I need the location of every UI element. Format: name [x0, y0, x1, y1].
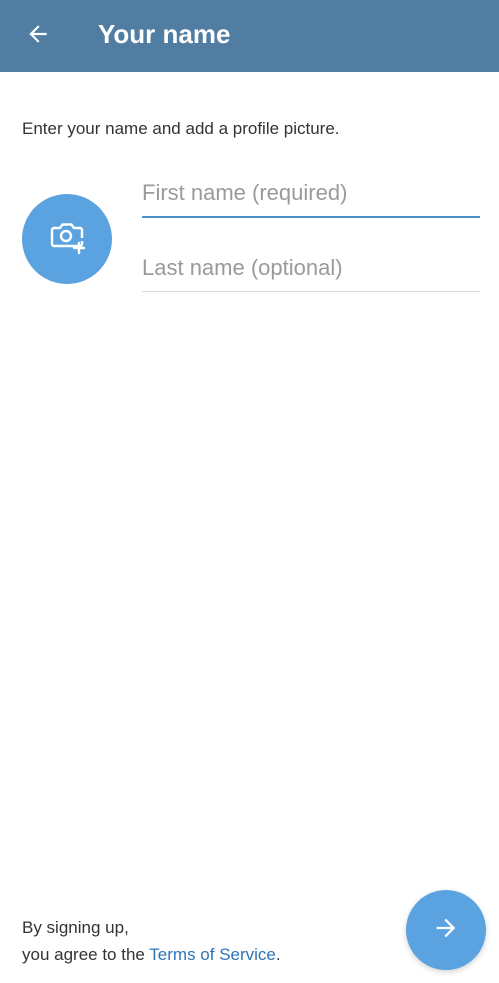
last-name-field-container — [142, 248, 480, 292]
page-title: Your name — [98, 19, 231, 49]
first-name-input[interactable] — [142, 174, 480, 216]
arrow-right-icon — [432, 914, 460, 947]
instruction-text: Enter your name and add a profile pictur… — [22, 119, 340, 138]
last-name-input[interactable] — [142, 248, 480, 291]
next-button[interactable] — [406, 890, 486, 970]
terms-suffix: . — [275, 945, 281, 964]
camera-add-icon — [47, 217, 87, 262]
terms-line-1: By signing up, — [22, 918, 129, 937]
terms-of-service-link[interactable]: Terms of Service — [149, 945, 276, 964]
arrow-left-icon — [25, 21, 51, 52]
profile-picture-button[interactable] — [22, 194, 112, 284]
first-name-field-container — [142, 174, 480, 218]
terms-line-2: you agree to the Terms of Service. — [22, 941, 281, 968]
terms-notice: By signing up, you agree to the Terms of… — [22, 914, 281, 968]
app-bar: Your name — [0, 0, 499, 72]
back-button[interactable] — [18, 16, 58, 56]
terms-prefix: you agree to the — [22, 945, 150, 964]
